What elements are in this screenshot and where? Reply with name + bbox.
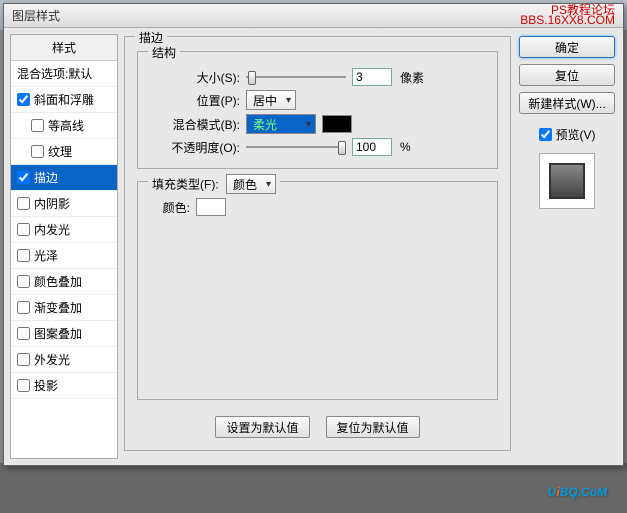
opacity-unit: % bbox=[400, 140, 411, 154]
style-check-drop-shadow[interactable] bbox=[17, 379, 30, 392]
fill-group: 填充类型(F): 颜色 颜色: bbox=[137, 181, 498, 400]
opacity-label: 不透明度(O): bbox=[150, 139, 240, 156]
style-item-contour[interactable]: 等高线 bbox=[11, 113, 117, 139]
styles-list: 样式 混合选项:默认 斜面和浮雕 等高线 纹理 描边 内阴影 bbox=[10, 34, 118, 459]
new-style-button[interactable]: 新建样式(W)... bbox=[519, 92, 615, 114]
dialog-title: 图层样式 bbox=[12, 7, 60, 24]
blend-color-swatch[interactable] bbox=[322, 115, 352, 133]
position-label: 位置(P): bbox=[150, 92, 240, 109]
style-item-texture[interactable]: 纹理 bbox=[11, 139, 117, 165]
style-check-texture[interactable] bbox=[31, 145, 44, 158]
opacity-row: 不透明度(O): % bbox=[150, 138, 485, 156]
style-item-stroke[interactable]: 描边 bbox=[11, 165, 117, 191]
size-unit: 像素 bbox=[400, 69, 424, 86]
structure-group: 结构 大小(S): 像素 位置(P): 居中 bbox=[137, 51, 498, 169]
styles-header[interactable]: 样式 bbox=[11, 35, 117, 61]
style-check-pattern-overlay[interactable] bbox=[17, 327, 30, 340]
style-check-gradient-overlay[interactable] bbox=[17, 301, 30, 314]
color-row: 颜色: bbox=[150, 198, 485, 216]
style-check-stroke[interactable] bbox=[17, 171, 30, 184]
opacity-input[interactable] bbox=[352, 138, 392, 156]
size-input[interactable] bbox=[352, 68, 392, 86]
stroke-group: 描边 结构 大小(S): 像素 位置(P): 居中 bbox=[124, 36, 511, 451]
style-check-color-overlay[interactable] bbox=[17, 275, 30, 288]
style-check-contour[interactable] bbox=[31, 119, 44, 132]
style-check-inner-shadow[interactable] bbox=[17, 197, 30, 210]
blend-label: 混合模式(B): bbox=[150, 116, 240, 133]
blend-mode-select[interactable]: 柔光 bbox=[246, 114, 316, 134]
blend-options-item[interactable]: 混合选项:默认 bbox=[11, 61, 117, 87]
style-item-color-overlay[interactable]: 颜色叠加 bbox=[11, 269, 117, 295]
filltype-legend: 填充类型(F): 颜色 bbox=[148, 174, 280, 194]
set-default-button[interactable]: 设置为默认值 bbox=[215, 416, 309, 438]
size-label: 大小(S): bbox=[150, 69, 240, 86]
size-row: 大小(S): 像素 bbox=[150, 68, 485, 86]
style-check-bevel[interactable] bbox=[17, 93, 30, 106]
style-item-drop-shadow[interactable]: 投影 bbox=[11, 373, 117, 399]
style-item-pattern-overlay[interactable]: 图案叠加 bbox=[11, 321, 117, 347]
watermark: UiBQ.CoM bbox=[548, 471, 607, 503]
layer-style-dialog: 图层样式 PS教程论坛BBS.16XX8.COM 样式 混合选项:默认 斜面和浮… bbox=[3, 3, 624, 466]
titlebar: 图层样式 PS教程论坛BBS.16XX8.COM bbox=[4, 4, 623, 28]
style-item-inner-shadow[interactable]: 内阴影 bbox=[11, 191, 117, 217]
style-item-gradient-overlay[interactable]: 渐变叠加 bbox=[11, 295, 117, 321]
style-item-bevel[interactable]: 斜面和浮雕 bbox=[11, 87, 117, 113]
filltype-select[interactable]: 颜色 bbox=[226, 174, 276, 194]
position-select[interactable]: 居中 bbox=[246, 90, 296, 110]
default-buttons: 设置为默认值 复位为默认值 bbox=[137, 416, 498, 438]
ok-button[interactable]: 确定 bbox=[519, 36, 615, 58]
preview-swatch bbox=[549, 163, 585, 199]
size-slider[interactable] bbox=[246, 69, 346, 85]
style-item-satin[interactable]: 光泽 bbox=[11, 243, 117, 269]
style-check-satin[interactable] bbox=[17, 249, 30, 262]
titlebar-credit: PS教程论坛BBS.16XX8.COM bbox=[520, 6, 615, 26]
reset-default-button[interactable]: 复位为默认值 bbox=[326, 416, 420, 438]
preview-checkbox[interactable] bbox=[539, 128, 552, 141]
stroke-color-swatch[interactable] bbox=[196, 198, 226, 216]
style-item-inner-glow[interactable]: 内发光 bbox=[11, 217, 117, 243]
position-row: 位置(P): 居中 bbox=[150, 90, 485, 110]
preview-checkbox-row[interactable]: 预览(V) bbox=[539, 126, 596, 143]
structure-legend: 结构 bbox=[148, 44, 180, 61]
color-label: 颜色: bbox=[150, 199, 190, 216]
blend-row: 混合模式(B): 柔光 bbox=[150, 114, 485, 134]
preview-box bbox=[539, 153, 595, 209]
style-item-outer-glow[interactable]: 外发光 bbox=[11, 347, 117, 373]
style-check-outer-glow[interactable] bbox=[17, 353, 30, 366]
cancel-button[interactable]: 复位 bbox=[519, 64, 615, 86]
opacity-slider[interactable] bbox=[246, 139, 346, 155]
settings-panel: 描边 结构 大小(S): 像素 位置(P): 居中 bbox=[124, 34, 511, 459]
style-check-inner-glow[interactable] bbox=[17, 223, 30, 236]
action-panel: 确定 复位 新建样式(W)... 预览(V) bbox=[517, 34, 617, 459]
